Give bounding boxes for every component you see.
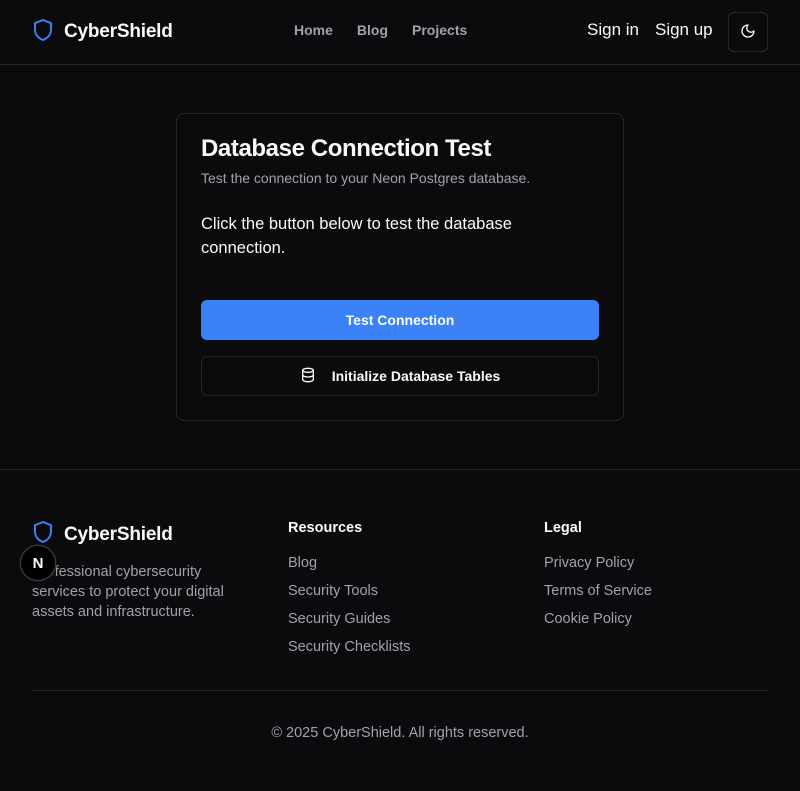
footer-legal-title: Legal (544, 520, 582, 536)
nextjs-badge-letter: N (32, 554, 44, 572)
footer-resources-title: Resources (288, 520, 363, 536)
shield-icon (32, 18, 54, 47)
site-footer: CyberShield Professional cybersecurity s… (0, 469, 800, 791)
auth-links: Sign in Sign up (587, 20, 713, 40)
card-title: Database Connection Test (201, 135, 492, 162)
footer-legal: Legal Privacy Policy Terms of Service Co… (544, 520, 652, 637)
footer-link-security-checklists[interactable]: Security Checklists (288, 637, 410, 665)
footer-brand-name: CyberShield (64, 523, 173, 545)
main-nav: Home Blog Projects (294, 22, 467, 38)
footer-brand[interactable]: CyberShield (32, 520, 173, 549)
nav-link-home[interactable]: Home (294, 22, 333, 38)
footer-link-cookie-policy[interactable]: Cookie Policy (544, 609, 652, 637)
sign-up-link[interactable]: Sign up (655, 20, 713, 40)
brand-logo[interactable]: CyberShield (32, 18, 173, 46)
sign-in-link[interactable]: Sign in (587, 20, 639, 40)
brand-name: CyberShield (64, 21, 173, 42)
footer-divider (32, 690, 768, 691)
db-test-card: Database Connection Test Test the connec… (176, 113, 624, 421)
footer-link-privacy-policy[interactable]: Privacy Policy (544, 553, 652, 581)
nav-link-projects[interactable]: Projects (412, 22, 467, 38)
copyright-text: © 2025 CyberShield. All rights reserved. (271, 725, 529, 741)
footer-tagline: Professional cybersecurity services to p… (32, 564, 224, 620)
site-header: CyberShield Home Blog Projects Sign in S… (0, 0, 800, 65)
footer-link-security-guides[interactable]: Security Guides (288, 609, 410, 637)
theme-toggle-button[interactable] (728, 12, 768, 52)
test-connection-label: Test Connection (345, 312, 455, 328)
test-connection-button[interactable]: Test Connection (201, 300, 599, 340)
footer-resources: Resources Blog Security Tools Security G… (288, 520, 410, 665)
footer-link-blog[interactable]: Blog (288, 553, 410, 581)
nav-link-blog[interactable]: Blog (357, 22, 388, 38)
card-description: Test the connection to your Neon Postgre… (201, 170, 531, 186)
nextjs-dev-badge[interactable]: N (20, 545, 56, 581)
database-icon (300, 367, 316, 386)
moon-icon (740, 23, 756, 42)
footer-link-security-tools[interactable]: Security Tools (288, 581, 410, 609)
card-instructions: Click the button below to test the datab… (201, 215, 512, 257)
initialize-tables-label: Initialize Database Tables (331, 368, 501, 384)
initialize-tables-button[interactable]: Initialize Database Tables (201, 356, 599, 396)
footer-link-terms-of-service[interactable]: Terms of Service (544, 581, 652, 609)
